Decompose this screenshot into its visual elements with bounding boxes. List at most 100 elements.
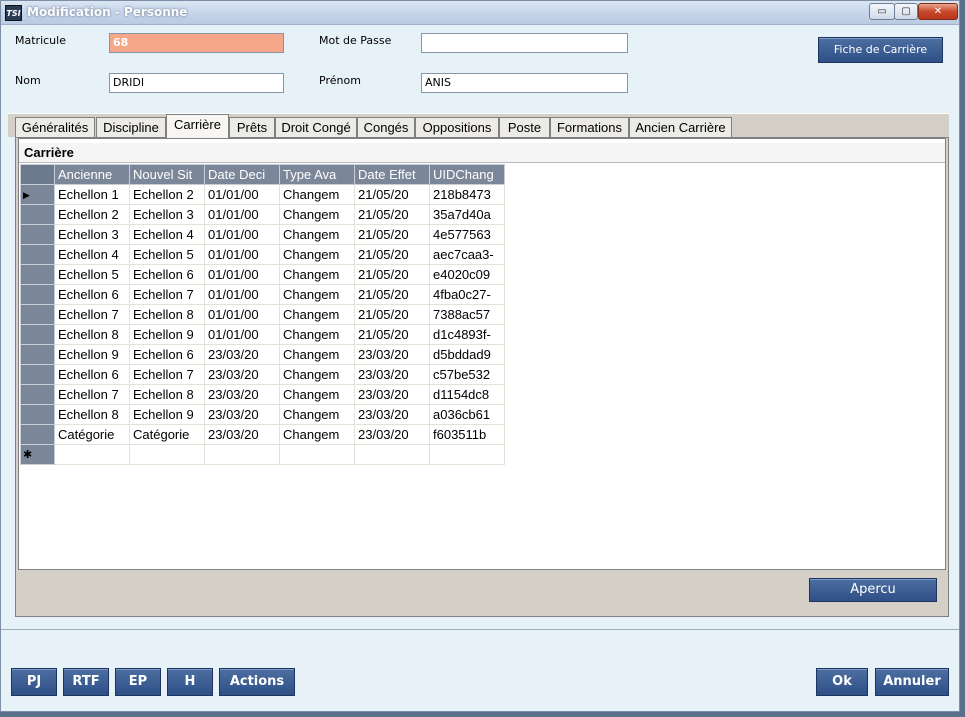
table-cell[interactable]: d5bddad9 xyxy=(429,344,505,365)
table-cell[interactable]: 01/01/00 xyxy=(204,304,280,325)
column-header-nouvel-sit[interactable]: Nouvel Sit xyxy=(129,164,205,185)
table-row[interactable]: Echellon 4 Echellon 5 01/01/00 Changem 21/05… xyxy=(20,244,505,265)
table-cell[interactable]: Changem xyxy=(279,384,355,405)
prenom-field[interactable]: ANIS xyxy=(421,73,628,93)
table-cell[interactable]: Echellon 1 xyxy=(54,184,130,205)
mot-de-passe-field[interactable] xyxy=(421,33,628,53)
table-cell[interactable]: 21/05/20 xyxy=(354,264,430,285)
row-selector[interactable] xyxy=(20,364,55,385)
tab-oppositions[interactable]: Oppositions xyxy=(415,117,499,138)
table-cell[interactable]: Echellon 6 xyxy=(54,364,130,385)
tab-poste[interactable]: Poste xyxy=(499,117,550,138)
table-cell-empty[interactable] xyxy=(354,444,430,465)
table-cell[interactable]: c57be532 xyxy=(429,364,505,385)
table-cell[interactable]: Changem xyxy=(279,424,355,445)
column-header-type-ava[interactable]: Type Ava xyxy=(279,164,355,185)
table-cell[interactable]: 21/05/20 xyxy=(354,284,430,305)
table-cell[interactable]: 4fba0c27- xyxy=(429,284,505,305)
table-row[interactable]: ▶ Echellon 1 Echellon 2 01/01/00 Changem 21/0… xyxy=(20,184,505,205)
table-cell[interactable]: Changem xyxy=(279,284,355,305)
table-row[interactable]: Echellon 3 Echellon 4 01/01/00 Changem 21/05… xyxy=(20,224,505,245)
table-cell[interactable]: a036cb61 xyxy=(429,404,505,425)
tab-formations[interactable]: Formations xyxy=(550,117,629,138)
table-cell[interactable]: Echellon 4 xyxy=(129,224,205,245)
tab-generalites[interactable]: Généralités xyxy=(15,117,95,138)
tab-ancien-carriere[interactable]: Ancien Carrière xyxy=(629,117,732,138)
table-cell[interactable]: Echellon 6 xyxy=(129,344,205,365)
table-cell[interactable]: Changem xyxy=(279,404,355,425)
table-cell[interactable]: Changem xyxy=(279,204,355,225)
table-cell[interactable]: Changem xyxy=(279,224,355,245)
table-cell[interactable]: Changem xyxy=(279,264,355,285)
table-cell[interactable]: Echellon 8 xyxy=(54,404,130,425)
table-cell[interactable]: Catégorie xyxy=(129,424,205,445)
row-selector[interactable] xyxy=(20,384,55,405)
tab-droit-conge[interactable]: Droit Congé xyxy=(275,117,357,138)
minimize-button[interactable]: ▭ xyxy=(869,3,895,20)
row-selector[interactable] xyxy=(20,204,55,225)
table-cell[interactable]: Echellon 6 xyxy=(54,284,130,305)
table-cell[interactable]: Echellon 7 xyxy=(54,304,130,325)
new-row[interactable]: ✱ xyxy=(20,444,505,465)
table-row[interactable]: Catégorie Catégorie 23/03/20 Changem 23/03/2… xyxy=(20,424,505,445)
annuler-button[interactable]: Annuler xyxy=(875,668,949,696)
table-cell[interactable]: 01/01/00 xyxy=(204,224,280,245)
table-cell[interactable]: Catégorie xyxy=(54,424,130,445)
ep-button[interactable]: EP xyxy=(115,668,161,696)
rtf-button[interactable]: RTF xyxy=(63,668,109,696)
table-cell-empty[interactable] xyxy=(129,444,205,465)
carriere-grid-area[interactable]: Carrière Ancienne Nouvel Sit Date Deci T… xyxy=(18,138,946,570)
row-selector[interactable] xyxy=(20,324,55,345)
table-cell[interactable]: Changem xyxy=(279,244,355,265)
table-cell[interactable]: Echellon 5 xyxy=(54,264,130,285)
row-selector[interactable] xyxy=(20,344,55,365)
table-cell[interactable]: Echellon 8 xyxy=(129,304,205,325)
table-cell[interactable]: e4020c09 xyxy=(429,264,505,285)
table-cell[interactable]: d1154dc8 xyxy=(429,384,505,405)
table-row[interactable]: Echellon 5 Echellon 6 01/01/00 Changem 21/05… xyxy=(20,264,505,285)
actions-button[interactable]: Actions xyxy=(219,668,295,696)
matricule-field[interactable]: 68 xyxy=(109,33,284,53)
table-row[interactable]: Echellon 2 Echellon 3 01/01/00 Changem 21/05… xyxy=(20,204,505,225)
nom-field[interactable]: DRIDI xyxy=(109,73,284,93)
table-cell[interactable]: Echellon 9 xyxy=(129,324,205,345)
table-cell[interactable]: aec7caa3- xyxy=(429,244,505,265)
table-cell[interactable]: 01/01/00 xyxy=(204,284,280,305)
table-cell[interactable]: 01/01/00 xyxy=(204,324,280,345)
column-header-uidchang[interactable]: UIDChang xyxy=(429,164,505,185)
tab-prets[interactable]: Prêts xyxy=(229,117,275,138)
maximize-button[interactable]: ▢ xyxy=(894,3,918,20)
row-selector[interactable] xyxy=(20,224,55,245)
row-selector[interactable] xyxy=(20,424,55,445)
table-cell[interactable]: 218b8473 xyxy=(429,184,505,205)
table-cell[interactable]: Echellon 7 xyxy=(54,384,130,405)
table-row[interactable]: Echellon 8 Echellon 9 23/03/20 Changem 23/03… xyxy=(20,404,505,425)
table-cell[interactable]: Changem xyxy=(279,364,355,385)
pj-button[interactable]: PJ xyxy=(11,668,57,696)
ok-button[interactable]: Ok xyxy=(816,668,868,696)
table-cell[interactable]: 23/03/20 xyxy=(204,384,280,405)
apercu-button[interactable]: Apercu xyxy=(809,578,937,602)
table-cell[interactable]: Changem xyxy=(279,324,355,345)
table-row[interactable]: Echellon 6 Echellon 7 23/03/20 Changem 23/03… xyxy=(20,364,505,385)
table-cell[interactable]: Echellon 3 xyxy=(54,224,130,245)
table-cell[interactable]: 23/03/20 xyxy=(204,344,280,365)
table-cell[interactable]: 23/03/20 xyxy=(354,384,430,405)
table-cell[interactable]: 01/01/00 xyxy=(204,264,280,285)
h-button[interactable]: H xyxy=(167,668,213,696)
table-cell[interactable]: Echellon 8 xyxy=(54,324,130,345)
column-header-ancienne[interactable]: Ancienne xyxy=(54,164,130,185)
title-bar[interactable]: TSI Modification - Personne ▭ ▢ ✕ xyxy=(1,1,959,25)
row-selector[interactable] xyxy=(20,264,55,285)
table-row[interactable]: Echellon 8 Echellon 9 01/01/00 Changem 21/05… xyxy=(20,324,505,345)
table-cell[interactable]: 23/03/20 xyxy=(354,424,430,445)
table-cell[interactable]: 23/03/20 xyxy=(354,404,430,425)
table-cell[interactable]: Changem xyxy=(279,184,355,205)
table-cell[interactable]: f603511b xyxy=(429,424,505,445)
tab-discipline[interactable]: Discipline xyxy=(96,117,166,138)
table-cell[interactable]: Changem xyxy=(279,304,355,325)
row-selector[interactable]: ▶ xyxy=(20,184,55,205)
table-cell[interactable]: 21/05/20 xyxy=(354,304,430,325)
close-button[interactable]: ✕ xyxy=(918,3,958,20)
table-cell[interactable]: 23/03/20 xyxy=(204,404,280,425)
